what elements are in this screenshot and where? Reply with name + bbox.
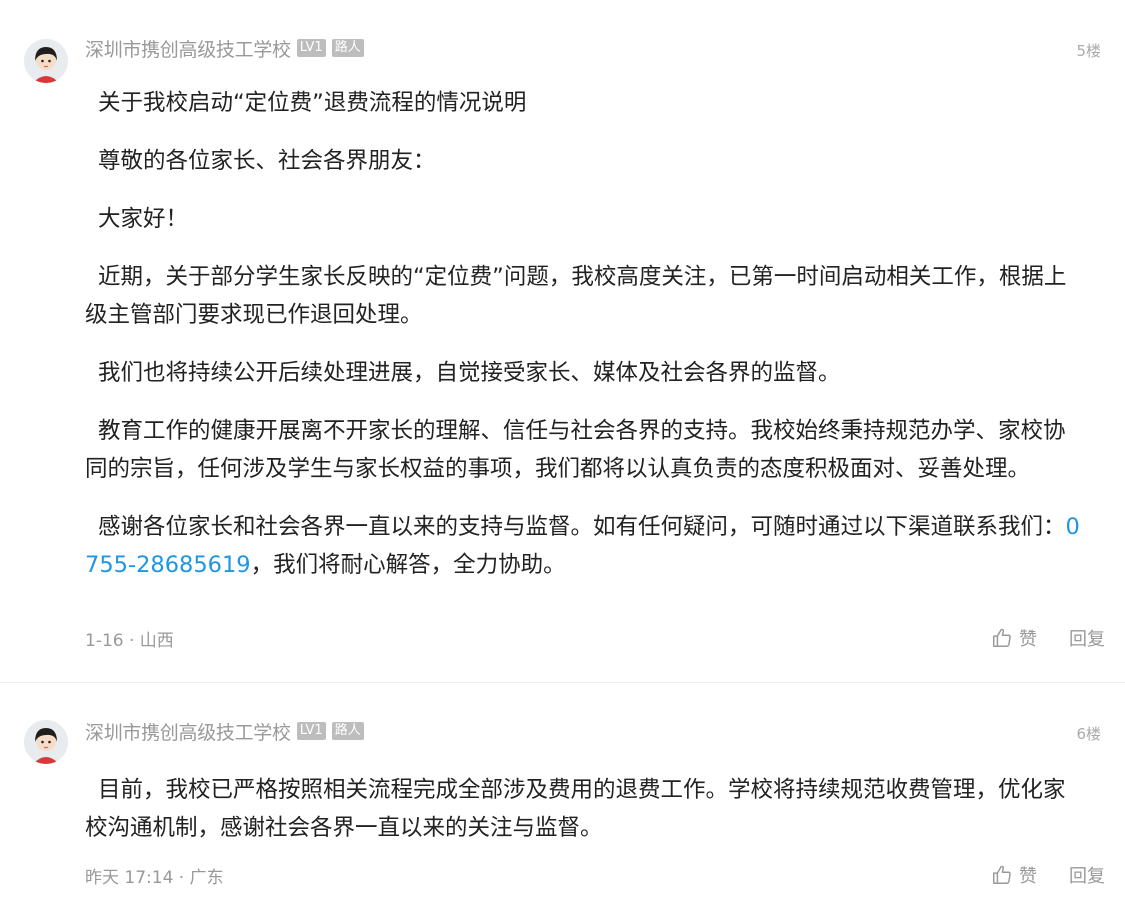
floor-number: 6楼 — [1076, 725, 1101, 743]
paragraph: 大家好！ — [98, 206, 189, 232]
floor-number: 5楼 — [1076, 42, 1101, 60]
comment-item: 深圳市携创高级技工学校 LV1 路人 5楼 关于我校启动“定位费”退费流程的情况… — [0, 0, 1125, 682]
avatar[interactable] — [24, 720, 68, 764]
comment-content: 目前，我校已严格按照相关流程完成全部涉及费用的退费工作。学校将持续规范收费管理，… — [85, 771, 1085, 847]
like-label: 赞 — [1019, 866, 1037, 887]
comment-meta: 1-16 · 山西 — [85, 631, 174, 651]
comment-actions: 赞 回复 — [991, 625, 1105, 651]
comment-actions: 赞 回复 — [991, 862, 1105, 888]
paragraph: 关于我校启动“定位费”退费流程的情况说明 — [98, 90, 527, 116]
username[interactable]: 深圳市携创高级技工学校 — [85, 35, 291, 62]
paragraph: 尊敬的各位家长、社会各界朋友： — [98, 148, 436, 174]
avatar[interactable] — [24, 39, 68, 83]
comment-content: 关于我校启动“定位费”退费流程的情况说明 尊敬的各位家长、社会各界朋友： 大家好… — [85, 84, 1085, 584]
user-tag-badge: 路人 — [331, 722, 364, 740]
user-tag-badge: 路人 — [331, 39, 364, 57]
username[interactable]: 深圳市携创高级技工学校 — [85, 718, 291, 745]
paragraph: 感谢各位家长和社会各界一直以来的支持与监督。如有任何疑问，可随时通过以下渠道联系… — [85, 508, 1085, 584]
like-button[interactable]: 赞 — [991, 625, 1037, 651]
paragraph: 教育工作的健康开展离不开家长的理解、信任与社会各界的支持。我校始终秉持规范办学、… — [85, 418, 1066, 482]
comment-header: 深圳市携创高级技工学校 LV1 路人 — [85, 718, 364, 745]
paragraph: 我们也将持续公开后续处理进展，自觉接受家长、媒体及社会各界的监督。 — [98, 360, 841, 386]
reply-button[interactable]: 回复 — [1069, 625, 1105, 651]
level-badge: LV1 — [296, 722, 326, 740]
thumbs-up-icon — [993, 628, 1011, 647]
paragraph: 近期，关于部分学生家长反映的“定位费”问题，我校高度关注，已第一时间启动相关工作… — [85, 264, 1067, 328]
comment-item: 深圳市携创高级技工学校 LV1 路人 6楼 目前，我校已严格按照相关流程完成全部… — [0, 682, 1125, 918]
paragraph: 目前，我校已严格按照相关流程完成全部涉及费用的退费工作。学校将持续规范收费管理，… — [85, 777, 1066, 841]
paragraph-text: 感谢各位家长和社会各界一直以来的支持与监督。如有任何疑问，可随时通过以下渠道联系… — [98, 514, 1066, 540]
thumbs-up-icon — [993, 865, 1011, 884]
comment-meta: 昨天 17:14 · 广东 — [85, 868, 224, 888]
like-button[interactable]: 赞 — [991, 862, 1037, 888]
avatar-icon — [24, 39, 68, 83]
like-label: 赞 — [1019, 629, 1037, 650]
avatar-icon — [24, 720, 68, 764]
comment-header: 深圳市携创高级技工学校 LV1 路人 — [85, 35, 364, 62]
reply-button[interactable]: 回复 — [1069, 862, 1105, 888]
level-badge: LV1 — [296, 39, 326, 57]
paragraph-text: ，我们将耐心解答，全力协助。 — [250, 552, 566, 578]
